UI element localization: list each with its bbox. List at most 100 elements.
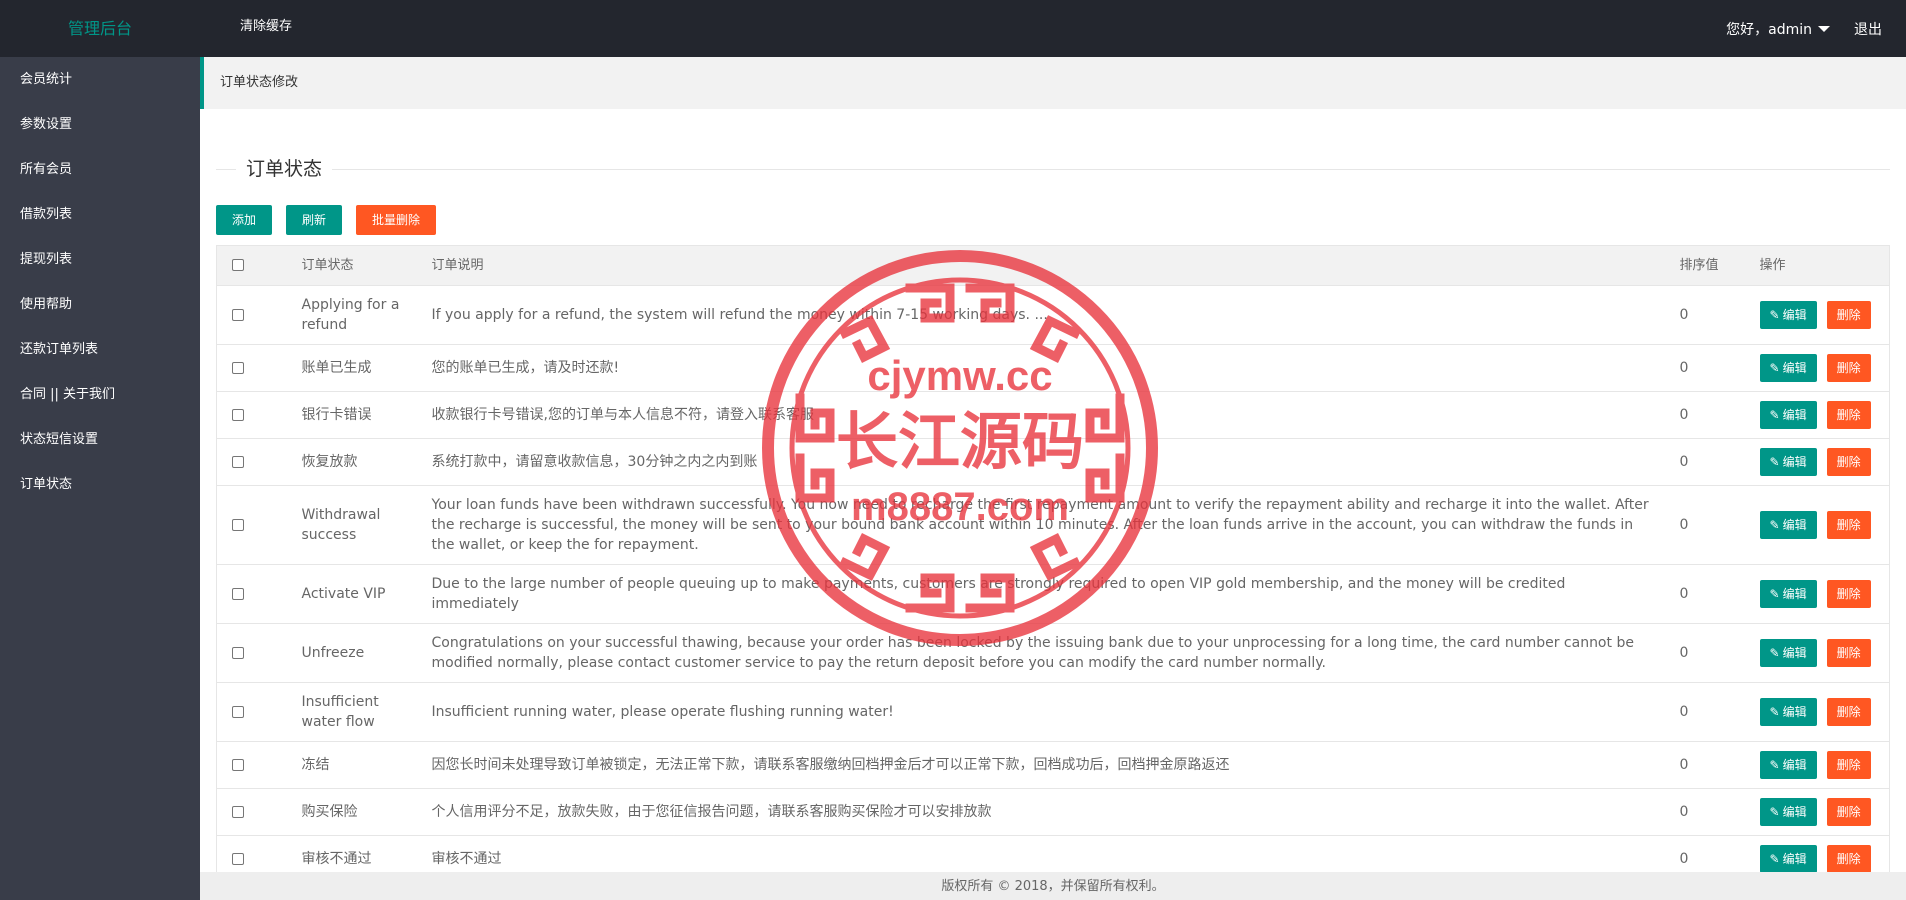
toolbar: 添加 刷新 批量删除 — [216, 205, 437, 237]
delete-button[interactable]: 删除 — [1826, 354, 1871, 382]
sidebar-item-withdrawal-list[interactable]: 提现列表 — [0, 237, 200, 282]
row-sort-value: 0 — [1664, 564, 1745, 624]
footer-copyright: 版权所有 © 2018，并保留所有权利。 — [200, 872, 1906, 900]
edit-label: 编辑 — [1782, 758, 1807, 772]
row-status: 银行卡错误 — [286, 391, 417, 439]
sidebar-item-loan-list[interactable]: 借款列表 — [0, 192, 200, 237]
row-status: Applying for a refund — [286, 285, 417, 345]
row-actions: ✎ 编辑 删除 — [1744, 788, 1890, 836]
main-content: 订单状态修改 订单状态 添加 刷新 批量删除 订单状态 订单说明 排序值 操作 … — [200, 57, 1906, 900]
row-actions: ✎ 编辑 删除 — [1744, 344, 1890, 392]
refresh-button[interactable]: 刷新 — [286, 205, 343, 235]
row-actions: ✎ 编辑 删除 — [1744, 391, 1890, 439]
table-row: 银行卡错误 收款银行卡号错误,您的订单与本人信息不符，请登入联系客服 0 ✎ 编辑 删除 — [216, 391, 1890, 439]
delete-button[interactable]: 删除 — [1826, 798, 1871, 826]
row-status: Withdrawal success — [286, 485, 417, 565]
row-checkbox[interactable] — [232, 853, 244, 865]
delete-button[interactable]: 删除 — [1826, 301, 1871, 329]
edit-button[interactable]: ✎ 编辑 — [1759, 401, 1817, 429]
edit-button[interactable]: ✎ 编辑 — [1759, 354, 1817, 382]
sidebar-item-order-status[interactable]: 订单状态 — [0, 462, 200, 507]
edit-label: 编辑 — [1782, 587, 1807, 601]
row-description: 个人信用评分不足，放款失败，由于您征信报告问题，请联系客服购买保险才可以安排放款 — [416, 788, 1665, 836]
table-body: Applying for a refund If you apply for a … — [216, 285, 1890, 882]
row-checkbox[interactable] — [232, 309, 244, 321]
table-row: Withdrawal success Your loan funds have b… — [216, 485, 1890, 565]
row-checkbox[interactable] — [232, 456, 244, 468]
sidebar-item-parameter-settings[interactable]: 参数设置 — [0, 102, 200, 147]
delete-button[interactable]: 删除 — [1826, 580, 1871, 608]
sidebar-item-help[interactable]: 使用帮助 — [0, 282, 200, 327]
row-select-cell — [216, 391, 287, 439]
row-checkbox[interactable] — [232, 647, 244, 659]
row-checkbox[interactable] — [232, 409, 244, 421]
row-status: 恢复放款 — [286, 438, 417, 486]
row-status: 账单已生成 — [286, 344, 417, 392]
edit-label: 编辑 — [1782, 646, 1807, 660]
pencil-icon: ✎ — [1769, 805, 1780, 819]
row-checkbox[interactable] — [232, 519, 244, 531]
row-checkbox[interactable] — [232, 759, 244, 771]
edit-button[interactable]: ✎ 编辑 — [1759, 845, 1817, 873]
user-menu[interactable]: 您好，admin — [1726, 19, 1830, 39]
row-checkbox[interactable] — [232, 806, 244, 818]
row-sort-value: 0 — [1664, 391, 1745, 439]
table-row: Applying for a refund If you apply for a … — [216, 285, 1890, 345]
edit-button[interactable]: ✎ 编辑 — [1759, 301, 1817, 329]
row-status: Insufficient water flow — [286, 682, 417, 742]
row-select-cell — [216, 344, 287, 392]
row-description: 系统打款中，请留意收款信息，30分钟之内之内到账 — [416, 438, 1665, 486]
edit-label: 编辑 — [1782, 361, 1807, 375]
row-description: Your loan funds have been withdrawn succ… — [416, 485, 1665, 565]
row-sort-value: 0 — [1664, 485, 1745, 565]
row-description: Congratulations on your successful thawi… — [416, 623, 1665, 683]
sidebar-item-all-members[interactable]: 所有会员 — [0, 147, 200, 192]
table-row: 冻结 因您长时间未处理导致订单被锁定，无法正常下款，请联系客服缴纳回档押金后才可以… — [216, 741, 1890, 789]
delete-button[interactable]: 删除 — [1826, 845, 1871, 873]
row-select-cell — [216, 788, 287, 836]
delete-button[interactable]: 删除 — [1826, 511, 1871, 539]
edit-button[interactable]: ✎ 编辑 — [1759, 511, 1817, 539]
header-status: 订单状态 — [286, 245, 417, 286]
delete-button[interactable]: 删除 — [1826, 698, 1871, 726]
delete-button[interactable]: 删除 — [1826, 401, 1871, 429]
table-row: 恢复放款 系统打款中，请留意收款信息，30分钟之内之内到账 0 ✎ 编辑 删除 — [216, 438, 1890, 486]
row-checkbox[interactable] — [232, 362, 244, 374]
edit-button[interactable]: ✎ 编辑 — [1759, 580, 1817, 608]
delete-button[interactable]: 删除 — [1826, 448, 1871, 476]
row-checkbox[interactable] — [232, 588, 244, 600]
row-checkbox[interactable] — [232, 706, 244, 718]
table-row: Insufficient water flow Insufficient runn… — [216, 682, 1890, 742]
delete-button[interactable]: 删除 — [1826, 751, 1871, 779]
edit-button[interactable]: ✎ 编辑 — [1759, 798, 1817, 826]
select-all-checkbox[interactable] — [232, 259, 244, 271]
pencil-icon: ✎ — [1769, 587, 1780, 601]
pencil-icon: ✎ — [1769, 408, 1780, 422]
row-description: Insufficient running water, please opera… — [416, 682, 1665, 742]
pencil-icon: ✎ — [1769, 308, 1780, 322]
sidebar-item-repayment-orders[interactable]: 还款订单列表 — [0, 327, 200, 372]
header-ops: 操作 — [1744, 245, 1890, 286]
header-right: 您好，admin 退出 — [1726, 0, 1906, 57]
edit-button[interactable]: ✎ 编辑 — [1759, 639, 1817, 667]
pencil-icon: ✎ — [1769, 518, 1780, 532]
table-row: Unfreeze Congratulations on your successf… — [216, 623, 1890, 683]
edit-label: 编辑 — [1782, 308, 1807, 322]
row-status: 购买保险 — [286, 788, 417, 836]
delete-button[interactable]: 删除 — [1826, 639, 1871, 667]
logout-link[interactable]: 退出 — [1854, 19, 1882, 39]
clear-cache-link[interactable]: 清除缓存 — [240, 0, 292, 57]
batch-delete-button[interactable]: 批量删除 — [356, 205, 437, 235]
add-button[interactable]: 添加 — [216, 205, 273, 235]
edit-button[interactable]: ✎ 编辑 — [1759, 448, 1817, 476]
edit-label: 编辑 — [1782, 408, 1807, 422]
edit-label: 编辑 — [1782, 705, 1807, 719]
edit-label: 编辑 — [1782, 852, 1807, 866]
sidebar-item-sms-settings[interactable]: 状态短信设置 — [0, 417, 200, 462]
app-logo[interactable]: 管理后台 — [0, 0, 200, 57]
row-sort-value: 0 — [1664, 741, 1745, 789]
edit-button[interactable]: ✎ 编辑 — [1759, 698, 1817, 726]
sidebar-item-member-stats[interactable]: 会员统计 — [0, 57, 200, 102]
edit-button[interactable]: ✎ 编辑 — [1759, 751, 1817, 779]
sidebar-item-contract-about[interactable]: 合同 || 关于我们 — [0, 372, 200, 417]
